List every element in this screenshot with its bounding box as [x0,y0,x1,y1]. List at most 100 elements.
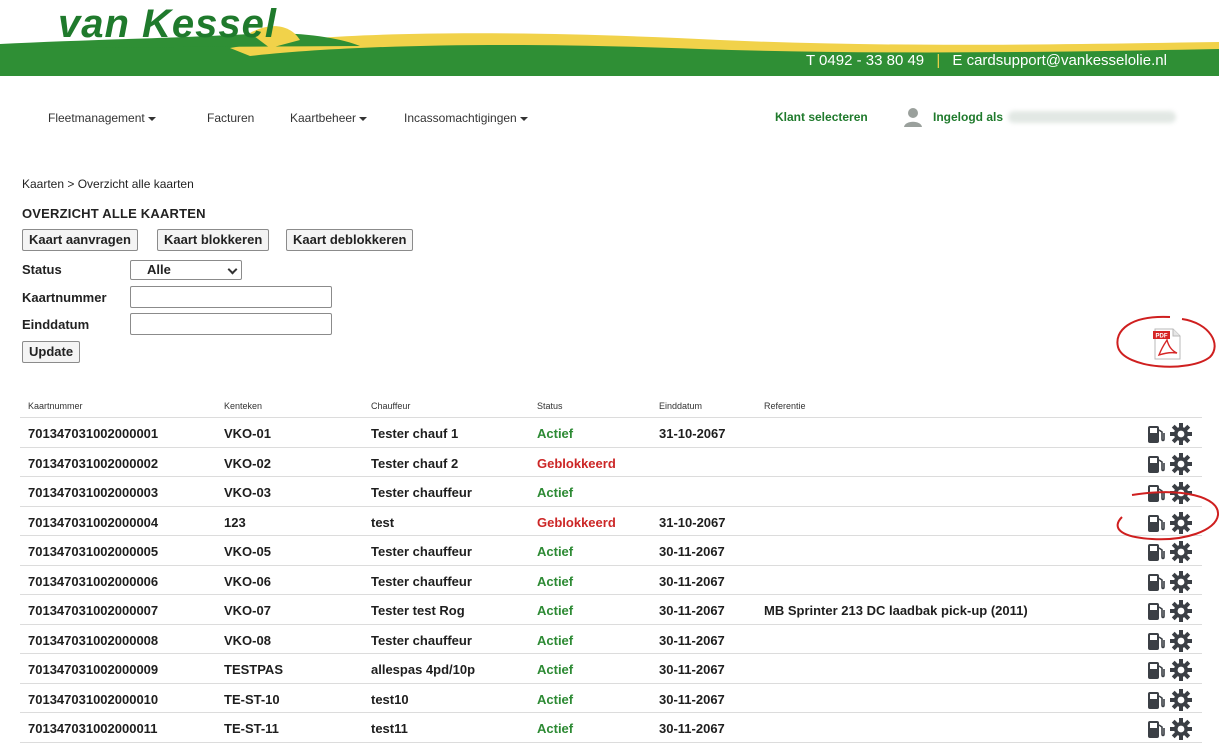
cell-status: Actief [537,691,574,707]
fuel-pump-icon[interactable] [1147,719,1165,742]
status-select-value: Alle [147,262,171,277]
cell-driver: Tester chauffeur [371,632,472,648]
gear-icon[interactable] [1170,600,1192,625]
cards-table: Kaartnummer Kenteken Chauffeur Status Ei… [20,393,1202,743]
column-header-card-number[interactable]: Kaartnummer [28,401,83,411]
cell-status: Actief [537,544,574,559]
table-body: 701347031002000001 VKO-01 Tester chauf 1 Ac… [20,418,1202,743]
gear-icon[interactable] [1170,688,1192,714]
gear-icon[interactable] [1170,452,1192,478]
column-header-end-date[interactable]: Einddatum [659,401,702,411]
chevron-down-icon [227,264,238,275]
card-number-input[interactable] [130,286,332,308]
cell-end-date: 30-11-2067 [659,662,725,677]
unblock-card-button[interactable]: Kaart deblokkeren [286,229,414,251]
support-email[interactable]: E cardsupport@vankesselolie.nl [952,52,1167,69]
column-header-status[interactable]: Status [537,401,563,411]
table-row[interactable]: 701347031002000008 VKO-08 Tester chauffeur… [20,625,1202,655]
user-icon [904,108,922,127]
cell-end-date: 30-11-2067 [659,691,725,707]
cell-license-plate: VKO-03 [224,485,271,500]
fuel-pump-icon[interactable] [1147,424,1165,447]
table-row[interactable]: 701347031002000007 VKO-07 Tester test Rog A… [20,595,1202,625]
fuel-pump-icon[interactable] [1147,454,1165,477]
table-row[interactable]: 701347031002000001 VKO-01 Tester chauf 1 Ac… [20,418,1202,448]
cell-end-date: 30-11-2067 [659,721,725,736]
table-row[interactable]: 701347031002000006 VKO-06 Tester chauffeur… [20,566,1202,596]
caret-down-icon [147,116,156,121]
block-card-button[interactable]: Kaart blokkeren [157,229,270,251]
update-button[interactable]: Update [22,341,81,363]
pdf-export-icon[interactable]: PDF [1153,328,1181,360]
cell-status: Geblokkeerd [537,514,616,530]
cell-card-number: 701347031002000007 [28,603,159,618]
site-header: van Kessel T 0492 - 33 80 49 | E cardsup… [0,0,1219,80]
table-row[interactable]: 701347031002000011 TE-ST-11 test11 Actief 30… [20,713,1202,743]
table-row[interactable]: 701347031002000009 TESTPAS allespas 4pd/10… [20,654,1202,684]
phone-number: T 0492 - 33 80 49 [806,52,925,69]
cell-driver: allespas 4pd/10p [371,662,476,677]
cell-license-plate: VKO-06 [224,573,271,589]
nav-item-label: Fleetmanagement [48,111,145,125]
nav-item-facturen[interactable]: Facturen [207,110,254,126]
gear-icon[interactable] [1170,423,1192,448]
contact-separator: | [936,52,941,69]
cell-status: Actief [537,426,574,441]
caret-down-icon [519,116,528,121]
cell-card-number: 701347031002000010 [28,691,159,707]
nav-item-kaartbeheer[interactable]: Kaartbeheer [290,110,368,126]
end-date-input[interactable] [130,313,332,335]
fuel-pump-icon[interactable] [1147,631,1165,654]
end-date-label: Einddatum [22,317,90,332]
cell-driver: Tester chauf 2 [371,455,459,471]
fuel-pump-icon[interactable] [1147,601,1165,624]
cell-driver: test10 [371,691,409,707]
cell-reference: MB Sprinter 213 DC laadbak pick-up (2011… [764,603,1028,618]
cell-license-plate: 123 [224,514,246,530]
cell-driver: test11 [371,721,408,736]
column-header-reference[interactable]: Referentie [764,401,806,411]
cell-status: Actief [537,721,574,736]
fuel-pump-icon[interactable] [1147,572,1165,595]
cell-end-date: 31-10-2067 [659,514,726,530]
caret-down-icon [359,116,368,121]
nav-item-fleetmanagement[interactable]: Fleetmanagement [48,110,156,126]
logged-in-username [1008,111,1176,123]
cell-end-date: 31-10-2067 [659,426,726,441]
nav-item-incassomachtigingen[interactable]: Incassomachtigingen [404,110,528,126]
logged-in-label: Ingelogd als [933,110,1004,124]
request-card-button[interactable]: Kaart aanvragen [22,229,138,251]
cell-end-date: 30-11-2067 [659,573,725,589]
fuel-pump-icon[interactable] [1147,660,1165,683]
annotation-circle [1116,491,1219,541]
cell-status: Actief [537,632,574,648]
cell-license-plate: VKO-08 [224,632,271,648]
table-row[interactable]: 701347031002000003 VKO-03 Tester chauffeur… [20,477,1202,507]
cell-driver: Tester chauffeur [371,544,472,559]
table-row[interactable]: 701347031002000004 123 test Geblokkeerd 31-1… [20,507,1202,536]
cell-license-plate: TE-ST-11 [224,721,279,736]
column-header-driver[interactable]: Chauffeur [371,401,410,411]
cell-card-number: 701347031002000001 [28,426,159,441]
status-select[interactable]: Alle [130,260,242,280]
pdf-icon-label: PDF [1156,334,1168,340]
column-header-license-plate[interactable]: Kenteken [224,401,262,411]
select-client-link[interactable]: Klant selecteren [775,110,868,124]
cell-status: Actief [537,662,574,677]
nav-item-label: Facturen [207,111,255,125]
card-number-label: Kaartnummer [22,290,107,305]
gear-icon[interactable] [1170,570,1192,596]
gear-icon[interactable] [1170,718,1192,743]
table-row[interactable]: 701347031002000010 TE-ST-10 test10 Actief 30… [20,684,1202,714]
table-row[interactable]: 701347031002000002 VKO-02 Tester chauf 2 Ge… [20,448,1202,478]
table-row[interactable]: 701347031002000005 VKO-05 Tester chauffeur… [20,536,1202,566]
fuel-pump-icon[interactable] [1147,690,1165,713]
gear-icon[interactable] [1170,659,1192,684]
company-logo[interactable]: van Kessel [58,2,277,46]
cell-card-number: 701347031002000004 [28,514,159,530]
cell-end-date: 30-11-2067 [659,632,725,648]
cell-license-plate: VKO-01 [224,426,271,441]
page-title: OVERZICHT ALLE KAARTEN [22,206,206,221]
gear-icon[interactable] [1170,629,1192,655]
contact-info: T 0492 - 33 80 49 | E cardsupport@vankes… [806,51,1210,71]
